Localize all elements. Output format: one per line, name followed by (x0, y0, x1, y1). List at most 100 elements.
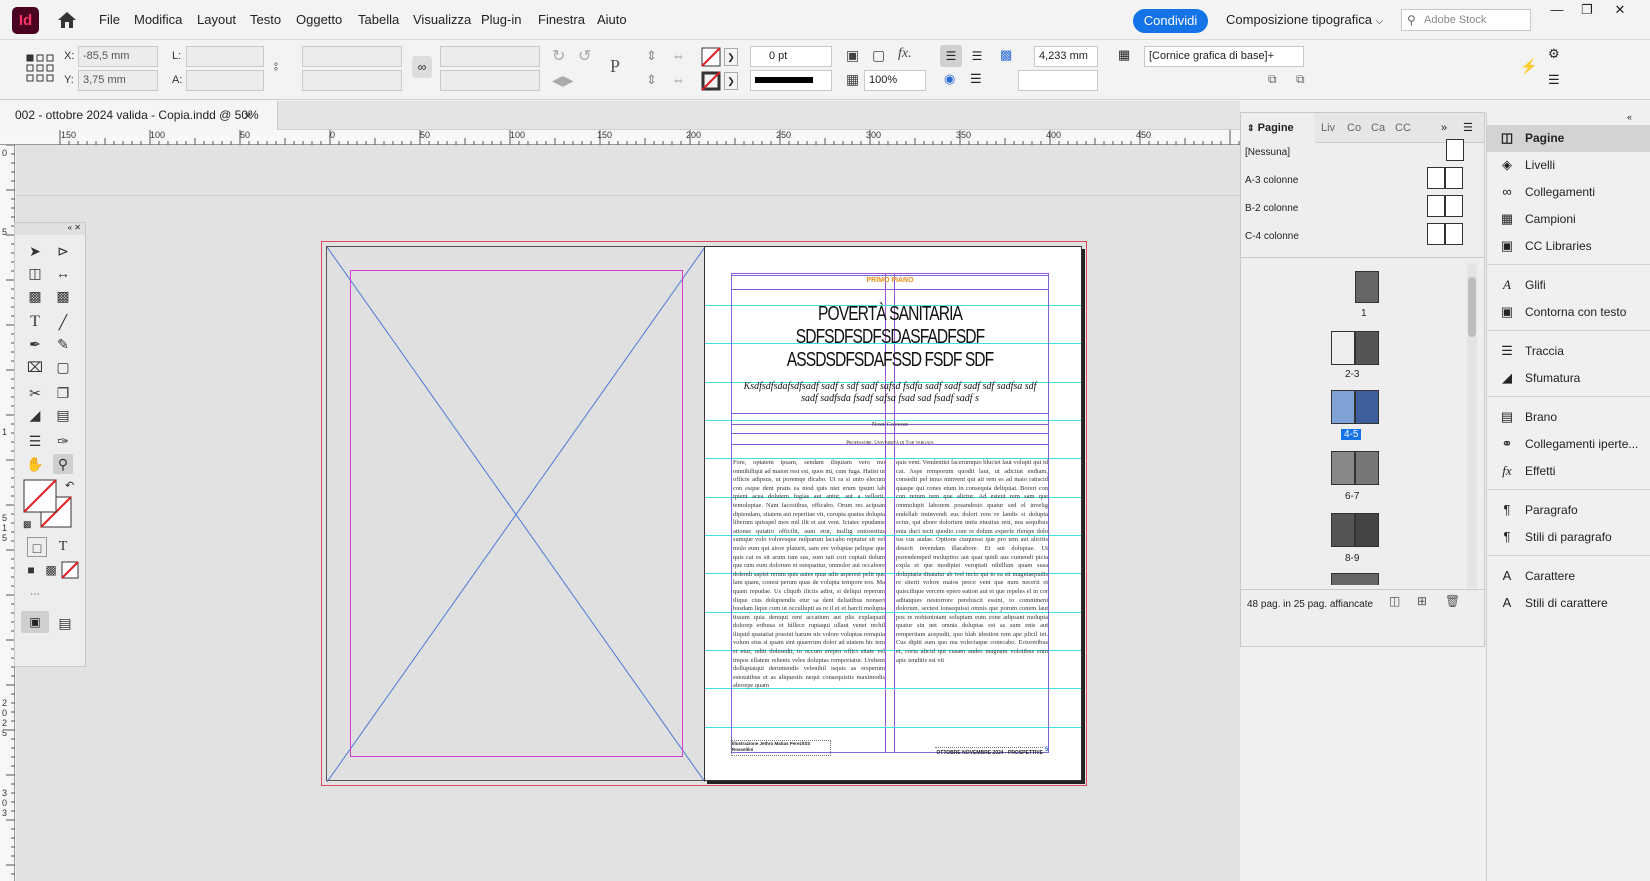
text-wrap-icon[interactable]: ◉ (944, 71, 955, 87)
page-5[interactable]: PRIMO PIANO POVERTÀ SANITARIA SDFSDFSDFS… (704, 246, 1082, 781)
page-thumb-8[interactable] (1331, 513, 1355, 547)
dock-brano[interactable]: ▤ Brano (1487, 404, 1650, 431)
page-thumb-10-11[interactable] (1331, 573, 1379, 585)
direct-selection-tool-icon[interactable]: ⊳ (53, 241, 73, 261)
distribute-bottom-icon[interactable]: ⇔ (672, 72, 685, 87)
page-thumb-9[interactable] (1355, 513, 1379, 547)
close-panel-icon[interactable]: ✕ (74, 223, 81, 232)
dock-sfumatura[interactable]: ◢ Sfumatura (1487, 365, 1650, 392)
pages-scrollbar[interactable] (1467, 263, 1477, 588)
document-tab[interactable]: 002 - ottobre 2024 valida - Copia.indd @… (0, 101, 278, 130)
pencil-tool-icon[interactable]: ✎ (53, 334, 73, 354)
collapse-dock-icon[interactable]: « (1627, 112, 1632, 122)
restore-icon[interactable]: ❐ (1573, 0, 1601, 20)
tab-campioni[interactable]: Ca (1371, 113, 1385, 143)
align-icon[interactable]: ⇕ (646, 48, 657, 64)
master-thumb[interactable] (1445, 167, 1463, 189)
pen-tool-icon[interactable]: ✒ (25, 334, 45, 354)
workspace-dropdown[interactable]: Composizione tipografica ⌵ (1226, 12, 1383, 27)
home-icon[interactable] (56, 10, 78, 30)
screen-mode-icon[interactable]: ▤ (55, 613, 75, 633)
frame-fitting-icon[interactable]: ▣ (846, 47, 859, 64)
gradient-feather-tool-icon[interactable]: ▤ (53, 405, 73, 425)
dock-effetti[interactable]: fx Effetti (1487, 458, 1650, 485)
master-thumb[interactable] (1427, 195, 1445, 217)
panel-menu-icon[interactable]: ☰ (1463, 113, 1473, 143)
width-field[interactable] (186, 46, 264, 67)
reference-point-icon[interactable] (26, 54, 54, 82)
delete-page-icon[interactable]: 🗑 (1445, 594, 1460, 608)
dock-stili-carattere[interactable]: A Stili di carattere (1487, 590, 1650, 617)
page-number[interactable]: 5 (1045, 747, 1048, 753)
scale-y-field[interactable] (302, 70, 402, 91)
apply-none-icon[interactable] (61, 561, 79, 579)
content-collector-icon[interactable]: ▩ (25, 286, 45, 306)
page-thumb-1[interactable] (1355, 271, 1379, 303)
rectangle-frame-tool-icon[interactable]: ⌧ (25, 357, 45, 377)
gap-tool-icon[interactable]: ↔ (53, 263, 73, 283)
dock-glifi[interactable]: A Glifi (1487, 272, 1650, 299)
dock-stili-paragrafo[interactable]: ¶ Stili di paragrafo (1487, 524, 1650, 551)
fill-none-icon[interactable] (701, 47, 721, 67)
dock-traccia[interactable]: ☰ Traccia (1487, 338, 1650, 365)
master-thumb[interactable] (1445, 195, 1463, 217)
master-a[interactable]: A-3 colonne (1245, 175, 1298, 186)
gap-tool-icon[interactable]: ▩ (1000, 47, 1012, 63)
menu-layout[interactable]: Layout (197, 12, 236, 27)
apply-color-icon[interactable]: ■ (21, 560, 41, 580)
kicker[interactable]: PRIMO PIANO (731, 277, 1049, 284)
type-tool-icon[interactable]: T (25, 312, 45, 332)
dock-campioni[interactable]: ▦ Campioni (1487, 206, 1650, 233)
tab-livelli[interactable]: Liv (1321, 113, 1335, 143)
dock-pagine[interactable]: ◫ Pagine (1487, 125, 1650, 152)
master-thumb[interactable] (1427, 223, 1445, 245)
stroke-type-select[interactable] (750, 70, 832, 91)
minimize-icon[interactable]: — (1543, 0, 1571, 20)
headline[interactable]: POVERTÀ SANITARIA SDFSDFSDFSDASFADFSDF A… (766, 303, 1014, 372)
tab-cc[interactable]: CC (1395, 113, 1411, 143)
master-none[interactable]: [Nessuna] (1245, 147, 1290, 158)
distribute-icon[interactable]: ⇔ (672, 48, 685, 63)
tab-collegamenti[interactable]: Co (1347, 113, 1361, 143)
close-icon[interactable]: ✕ (1606, 0, 1634, 20)
image-caption[interactable]: Illustrazione Jethro Matias Perez/ISS Ro… (731, 740, 831, 756)
body-column-2[interactable]: quis vent. Vendentist facerumquo bluciet… (896, 459, 1048, 729)
x-field[interactable]: -85,5 mm (78, 46, 158, 67)
zoom-tool-icon[interactable]: ⚲ (53, 454, 73, 474)
height-field[interactable] (186, 70, 264, 91)
tools-header[interactable]: « ✕ (15, 223, 85, 235)
page-thumb-7[interactable] (1355, 451, 1379, 485)
note-tool-icon[interactable]: ☰ (25, 431, 45, 451)
panel-menu-icon[interactable]: ☰ (1548, 72, 1560, 88)
object-style-icon[interactable]: ▦ (1118, 47, 1130, 63)
eyedropper-tool-icon[interactable]: ✑ (53, 431, 73, 451)
normal-mode-icon[interactable]: ▣ (21, 611, 49, 633)
apply-gradient-icon[interactable]: ▩ (41, 560, 61, 580)
dock-collegamenti-ipertestuali[interactable]: ⚭ Collegamenti iperte... (1487, 431, 1650, 458)
rotate-cw-icon[interactable]: ↻ (552, 46, 565, 66)
object-style-select[interactable]: [Cornice grafica di base]+ (1144, 46, 1304, 67)
spacing-select[interactable] (1018, 70, 1098, 91)
flip-horizontal-icon[interactable]: ◀▶ (552, 72, 574, 89)
page-thumb-5[interactable] (1355, 390, 1379, 424)
rotate-ccw-icon[interactable]: ↺ (578, 46, 591, 66)
master-b[interactable]: B-2 colonne (1245, 203, 1298, 214)
fx-icon[interactable]: fx. (898, 46, 912, 62)
menu-visualizza[interactable]: Visualizza (413, 12, 471, 27)
menu-tabella[interactable]: Tabella (358, 12, 399, 27)
align-bottom-icon[interactable]: ⇕ (646, 72, 657, 88)
menu-oggetto[interactable]: Oggetto (296, 12, 342, 27)
menu-file[interactable]: File (99, 12, 120, 27)
subtitle[interactable]: Ksdfsdfsdafsdfsadf sadf s sdf sadf safsd… (735, 381, 1045, 405)
page-tool-icon[interactable]: ◫ (25, 263, 45, 283)
adobe-stock-search[interactable]: ⚲ Adobe Stock (1401, 9, 1531, 31)
shear-field[interactable] (440, 70, 540, 91)
selection-tool-icon[interactable]: ➤ (25, 241, 45, 261)
align-text-left-icon[interactable]: ☰ (940, 45, 962, 67)
default-colors-icon[interactable]: ▩ (23, 519, 32, 530)
author-role[interactable]: Professore, Università di Tor vergata (731, 440, 1049, 446)
page-thumb-3[interactable] (1355, 331, 1379, 365)
page-4[interactable] (326, 246, 705, 782)
hand-tool-icon[interactable]: ✋ (25, 454, 45, 474)
menu-modifica[interactable]: Modifica (134, 12, 182, 27)
